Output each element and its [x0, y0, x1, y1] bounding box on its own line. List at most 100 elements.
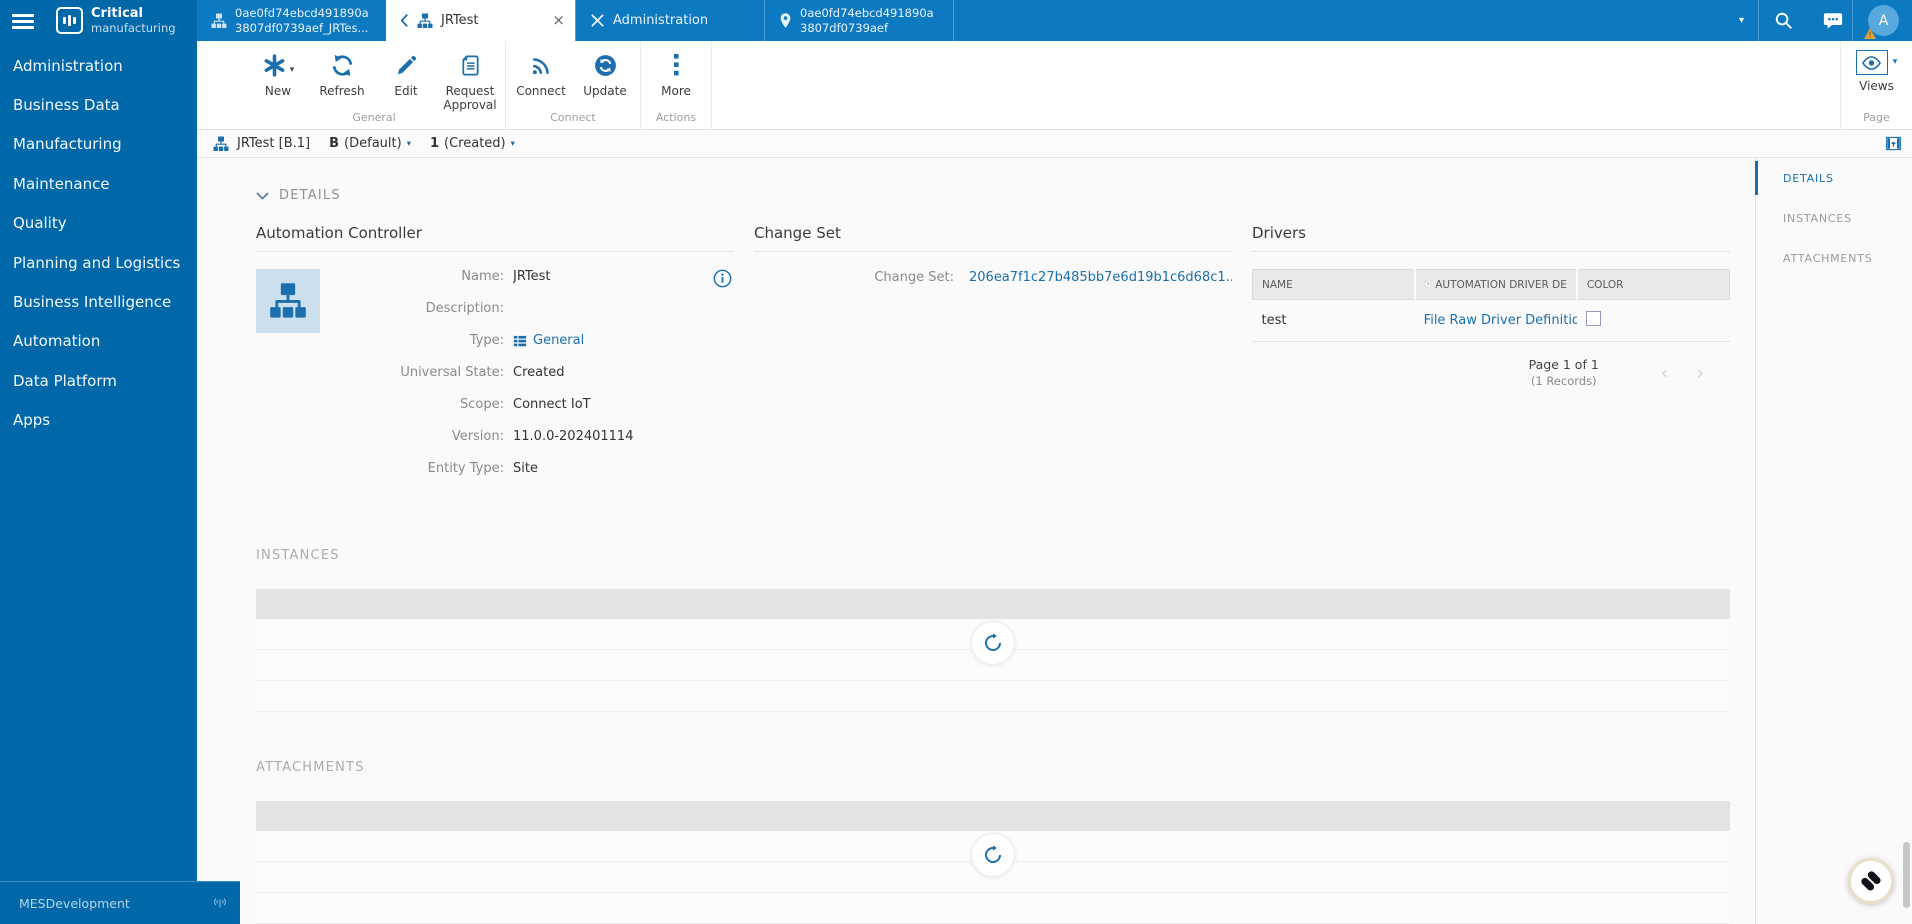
hierarchy-icon	[211, 13, 227, 28]
refresh-button[interactable]: Refresh	[310, 50, 374, 98]
tab-jrtest-active[interactable]: JRTest ×	[386, 0, 575, 41]
field-universal-state: Universal State: Created	[400, 365, 565, 380]
type-link[interactable]: General	[533, 333, 584, 348]
section-nav-details[interactable]: DETAILS	[1755, 158, 1912, 198]
update-button[interactable]: Update	[573, 50, 637, 98]
column-header-name[interactable]: NAME	[1251, 269, 1416, 300]
rss-connect-icon	[532, 57, 549, 74]
toolbar-group-label: Page	[1863, 111, 1890, 124]
field-version: Version: 11.0.0-202401114	[451, 429, 634, 444]
column-header-color[interactable]: COLOR	[1575, 269, 1730, 300]
skeleton-bar	[256, 589, 1730, 619]
details-section-header[interactable]: DETAILS	[256, 188, 1755, 203]
page-content: DETAILS Automation Controller Name: JRTes…	[197, 158, 1912, 924]
sidebar-item-manufacturing[interactable]: Manufacturing	[0, 125, 197, 164]
admin-tools-icon	[591, 14, 604, 27]
previous-page-icon[interactable]: ‹	[1647, 362, 1683, 384]
sidebar-item-automation[interactable]: Automation	[0, 322, 197, 361]
tab-administration[interactable]: Administration	[575, 0, 764, 41]
toolbar-group-label: General	[352, 111, 396, 124]
version-dropdown[interactable]: 1 (Created) ▾	[430, 136, 515, 151]
hamburger-menu-icon[interactable]	[12, 14, 34, 30]
attachments-section-header: ATTACHMENTS	[256, 760, 365, 775]
color-checkbox[interactable]	[1585, 311, 1601, 326]
chevron-down-icon: ▾	[406, 138, 411, 149]
tab-label-line2: 3807df0739aef	[800, 20, 889, 35]
edit-button[interactable]: Edit	[374, 50, 438, 98]
hierarchy-icon	[270, 283, 306, 318]
panel-title: Change Set	[754, 224, 1232, 252]
field-type: Type: General	[469, 333, 585, 348]
more-button[interactable]: More	[644, 50, 708, 98]
table-row[interactable]: test File Raw Driver Definitio	[1252, 299, 1730, 342]
page-indicator: Page 1 of 1	[1528, 357, 1599, 372]
loading-spinner	[971, 621, 1015, 665]
sidebar: Critical manufacturing Administration Bu…	[0, 0, 197, 924]
sidebar-item-data-platform[interactable]: Data Platform	[0, 361, 197, 400]
sidebar-item-apps[interactable]: Apps	[0, 401, 197, 440]
sidebar-item-planning-and-logistics[interactable]: Planning and Logistics	[0, 243, 197, 282]
tab-divider	[953, 0, 954, 41]
back-chevron-icon[interactable]	[400, 13, 409, 28]
driver-definition-link[interactable]: File Raw Driver Definitio	[1424, 313, 1577, 328]
sidebar-item-quality[interactable]: Quality	[0, 204, 197, 243]
sidebar-item-business-data[interactable]: Business Data	[0, 85, 197, 124]
table-pagination: Page 1 of 1 (1 Records) ‹ ›	[1252, 357, 1730, 388]
views-button[interactable]: ▾	[1855, 50, 1897, 75]
top-tab-bar: 0ae0fd74ebcd491890a 3807df0739aef_JRTes.…	[197, 0, 1912, 41]
change-set-link[interactable]: 206ea7f1c27b485bb7e6d19b1c6d68c1...	[969, 270, 1232, 285]
close-tab-icon[interactable]: ×	[552, 13, 565, 28]
ribbon-toolbar: ▾ New Refresh Edit Request Approval Gene…	[197, 41, 1912, 130]
brand-name: Critical	[91, 6, 144, 22]
eye-icon	[1855, 50, 1888, 75]
section-nav-attachments[interactable]: ATTACHMENTS	[1756, 238, 1912, 278]
column-header-automation-driver[interactable]: AUTOMATION DRIVER DE	[1413, 269, 1578, 300]
document-icon	[461, 55, 479, 75]
chat-icon[interactable]	[1808, 11, 1852, 30]
vertical-scrollbar-thumb[interactable]	[1903, 842, 1910, 908]
sidebar-item-business-intelligence[interactable]: Business Intelligence	[0, 282, 197, 321]
info-icon[interactable]	[713, 269, 732, 288]
location-pin-icon	[780, 13, 791, 28]
tab-label-line1: 0ae0fd74ebcd491890a	[235, 5, 369, 20]
field-change-set: Change Set: 206ea7f1c27b485bb7e6d19b1c6d…	[754, 269, 1232, 286]
svg-text:!: !	[1868, 30, 1871, 39]
brand-logo: Critical manufacturing	[56, 7, 176, 34]
environment-bar: MESDevelopment	[0, 881, 240, 924]
entity-thumbnail	[256, 269, 320, 333]
drivers-table: NAME AUTOMATION DRIVER DE COLOR test Fil…	[1251, 269, 1730, 342]
brand-subname: manufacturing	[91, 20, 176, 35]
update-icon	[594, 54, 616, 76]
critical-manufacturing-logo-icon	[56, 7, 83, 34]
records-count: (1 Records)	[1530, 374, 1597, 388]
new-button[interactable]: ▾ New	[246, 50, 310, 98]
section-nav-instances[interactable]: INSTANCES	[1756, 198, 1912, 238]
tab-entity-guid[interactable]: 0ae0fd74ebcd491890a 3807df0739aef	[764, 0, 953, 41]
pencil-icon	[397, 55, 416, 74]
assistant-fab-button[interactable]	[1848, 858, 1894, 904]
connect-button[interactable]: Connect	[509, 50, 573, 98]
list-type-icon	[513, 335, 527, 346]
panel-title: Automation Controller	[256, 224, 734, 252]
breadcrumb: JRTest [B.1] B (Default) ▾ 1 (Created) ▾	[197, 130, 1912, 158]
tab-entity-guid-jrtest[interactable]: 0ae0fd74ebcd491890a 3807df0739aef_JRTes.…	[197, 0, 386, 41]
sidebar-item-maintenance[interactable]: Maintenance	[0, 164, 197, 203]
search-icon[interactable]	[1759, 11, 1808, 30]
environment-name: MESDevelopment	[19, 895, 130, 911]
section-nav: DETAILS INSTANCES ATTACHMENTS	[1755, 158, 1912, 924]
next-page-icon[interactable]: ›	[1682, 362, 1718, 384]
driver-name-cell: test	[1252, 299, 1415, 342]
expand-panel-icon[interactable]	[1886, 136, 1901, 151]
drivers-panel: Drivers NAME AUTOMATION DRIVER DE COLOR …	[1251, 224, 1730, 493]
tabs-overflow-caret-icon[interactable]: ▾	[1739, 15, 1744, 26]
instances-section-header: INSTANCES	[256, 548, 340, 563]
chevron-down-icon	[256, 191, 269, 200]
user-avatar[interactable]: A !	[1864, 5, 1899, 39]
field-name: Name: JRTest	[461, 269, 551, 284]
request-approval-button[interactable]: Request Approval	[438, 50, 502, 112]
details-page: DETAILS Automation Controller Name: JRTes…	[197, 158, 1755, 924]
toolbar-group-general: ▾ New Refresh Edit Request Approval Gene…	[243, 41, 506, 129]
toolbar-group-label: Connect	[550, 111, 596, 124]
sidebar-item-administration[interactable]: Administration	[0, 46, 197, 85]
branch-dropdown[interactable]: B (Default) ▾	[329, 136, 411, 151]
